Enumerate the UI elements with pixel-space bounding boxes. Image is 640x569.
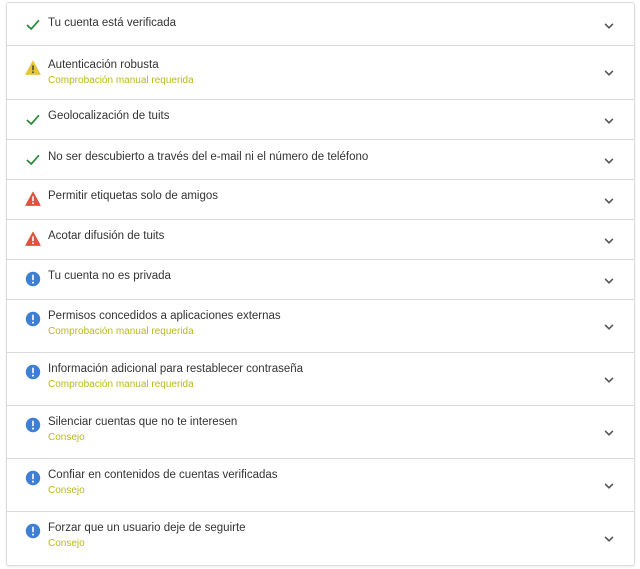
checklist-row[interactable]: Permitir etiquetas solo de amigos bbox=[7, 180, 634, 220]
item-title: Información adicional para restablecer c… bbox=[48, 363, 304, 375]
item-subtitle: Comprobación manual requerida bbox=[48, 326, 194, 337]
info-circle-icon bbox=[25, 417, 41, 433]
chevron-down-icon[interactable] bbox=[603, 480, 615, 492]
check-icon bbox=[25, 112, 41, 128]
checklist-row[interactable]: Información adicional para restablecer c… bbox=[7, 353, 634, 406]
chevron-down-icon[interactable] bbox=[603, 275, 615, 287]
chevron-down-icon[interactable] bbox=[603, 20, 615, 32]
alert-triangle-icon bbox=[25, 231, 41, 247]
item-subtitle: Consejo bbox=[48, 538, 85, 549]
item-title: No ser descubierto a través del e-mail n… bbox=[48, 151, 369, 163]
warning-triangle-icon bbox=[25, 60, 41, 76]
item-subtitle: Comprobación manual requerida bbox=[48, 379, 194, 390]
chevron-down-icon[interactable] bbox=[603, 533, 615, 545]
item-title: Forzar que un usuario deje de seguirte bbox=[48, 522, 246, 534]
item-title: Tu cuenta no es privada bbox=[48, 270, 171, 282]
item-title: Silenciar cuentas que no te interesen bbox=[48, 416, 238, 428]
chevron-down-icon[interactable] bbox=[603, 427, 615, 439]
item-title: Confiar en contenidos de cuentas verific… bbox=[48, 469, 278, 481]
chevron-down-icon[interactable] bbox=[603, 67, 615, 79]
checklist-row[interactable]: Autenticación robusta Comprobación manua… bbox=[7, 46, 634, 100]
chevron-down-icon[interactable] bbox=[603, 374, 615, 386]
item-title: Acotar difusión de tuits bbox=[48, 230, 165, 242]
privacy-checklist: Tu cuenta está verificada Autenticación … bbox=[6, 2, 635, 566]
chevron-down-icon[interactable] bbox=[603, 195, 615, 207]
item-title: Permitir etiquetas solo de amigos bbox=[48, 190, 219, 202]
checklist-row[interactable]: Permisos concedidos a aplicaciones exter… bbox=[7, 300, 634, 353]
info-circle-icon bbox=[25, 523, 41, 539]
chevron-down-icon[interactable] bbox=[603, 235, 615, 247]
item-title: Geolocalización de tuits bbox=[48, 110, 170, 122]
checklist-row[interactable]: No ser descubierto a través del e-mail n… bbox=[7, 140, 634, 180]
item-subtitle: Comprobación manual requerida bbox=[48, 75, 194, 86]
checklist-row[interactable]: Silenciar cuentas que no te interesen Co… bbox=[7, 406, 634, 459]
chevron-down-icon[interactable] bbox=[603, 155, 615, 167]
check-icon bbox=[25, 17, 41, 33]
chevron-down-icon[interactable] bbox=[603, 115, 615, 127]
checklist-row[interactable]: Tu cuenta no es privada bbox=[7, 260, 634, 300]
chevron-down-icon[interactable] bbox=[603, 321, 615, 333]
checklist-row[interactable]: Geolocalización de tuits bbox=[7, 100, 634, 140]
item-subtitle: Consejo bbox=[48, 485, 85, 496]
info-circle-icon bbox=[25, 364, 41, 380]
checklist-row[interactable]: Confiar en contenidos de cuentas verific… bbox=[7, 459, 634, 512]
info-circle-icon bbox=[25, 271, 41, 287]
checklist-row[interactable]: Acotar difusión de tuits bbox=[7, 220, 634, 260]
alert-triangle-icon bbox=[25, 191, 41, 207]
item-subtitle: Consejo bbox=[48, 432, 85, 443]
info-circle-icon bbox=[25, 470, 41, 486]
info-circle-icon bbox=[25, 311, 41, 327]
item-title: Autenticación robusta bbox=[48, 59, 159, 71]
check-icon bbox=[25, 152, 41, 168]
checklist-row[interactable]: Tu cuenta está verificada bbox=[7, 3, 634, 46]
checklist-row[interactable]: Forzar que un usuario deje de seguirte C… bbox=[7, 512, 634, 565]
item-title: Tu cuenta está verificada bbox=[48, 17, 177, 29]
item-title: Permisos concedidos a aplicaciones exter… bbox=[48, 310, 281, 322]
